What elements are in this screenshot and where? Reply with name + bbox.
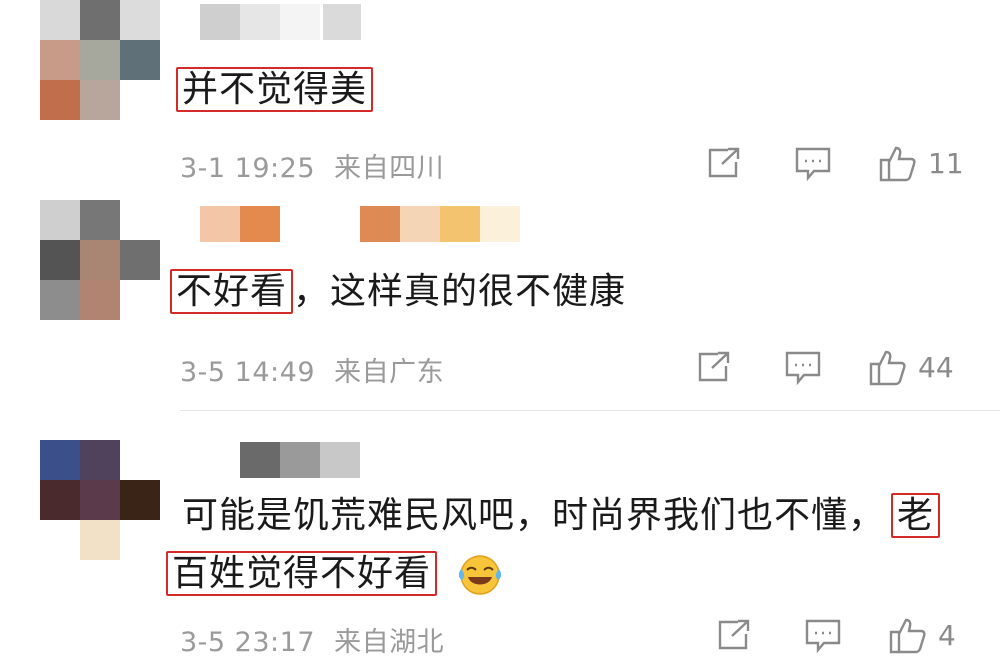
comment-item: 可能是饥荒难民风吧，时尚界我们也不懂，老 百姓觉得不好看 3-5 23:17 来…: [0, 440, 1000, 668]
share-icon: [698, 351, 730, 382]
like-count: 11: [928, 146, 964, 180]
username-blurred[interactable]: [200, 4, 361, 40]
comment-button[interactable]: [804, 618, 842, 654]
comment-location: 来自四川: [334, 153, 445, 184]
comment-location: 来自广东: [334, 357, 445, 388]
like-count: 44: [918, 350, 954, 384]
comment-meta: 3-5 14:49 来自广东: [180, 350, 444, 389]
comment-time: 3-5 14:49: [180, 357, 315, 388]
thumbs-up-icon: [869, 350, 906, 386]
share-button[interactable]: [696, 350, 732, 384]
comment-icon: [805, 619, 841, 654]
comment-item: 不好看 ，这样真的很不健康 3-5 14:49 来自广东 44: [0, 200, 1000, 410]
comment-button[interactable]: [784, 350, 822, 386]
avatar[interactable]: [40, 0, 160, 120]
highlight-box: 老: [891, 493, 941, 538]
laugh-cry-emoji: [459, 555, 502, 595]
highlight-box: 百姓觉得不好看: [166, 551, 438, 596]
divider: [180, 410, 1000, 411]
like-button[interactable]: 4: [888, 616, 956, 654]
username-blurred[interactable]: [240, 442, 360, 478]
comment-icon: [795, 147, 831, 182]
like-button[interactable]: 44: [868, 348, 954, 386]
comment-text-line1: 可能是饥荒难民风吧，时尚界我们也不懂，老: [182, 490, 941, 542]
username-blurred[interactable]: [200, 206, 520, 242]
thumbs-up-icon: [889, 618, 926, 654]
comment-icon: [785, 351, 821, 386]
share-icon: [718, 619, 750, 650]
thumbs-up-icon: [879, 146, 916, 182]
comment-text-line2: 百姓觉得不好看: [166, 548, 503, 600]
share-icon: [708, 147, 740, 178]
comment-location: 来自湖北: [334, 627, 445, 658]
comment-time: 3-1 19:25: [180, 153, 315, 184]
comment-meta: 3-5 23:17 来自湖北: [180, 620, 444, 659]
comment-item: 并不觉得美 3-1 19:25 来自四川 11: [0, 0, 1000, 195]
highlight-box: 不好看: [170, 269, 294, 314]
comment-button[interactable]: [794, 146, 832, 182]
share-button[interactable]: [716, 618, 752, 652]
avatar[interactable]: [40, 200, 160, 320]
comment-text: 不好看 ，这样真的很不健康: [170, 266, 626, 318]
like-button[interactable]: 11: [878, 144, 964, 182]
comment-meta: 3-1 19:25 来自四川: [180, 146, 444, 185]
comment-text: 并不觉得美: [176, 64, 374, 116]
like-count: 4: [938, 618, 956, 652]
comment-time: 3-5 23:17: [180, 627, 315, 658]
highlight-box: 并不觉得美: [176, 67, 374, 112]
avatar[interactable]: [40, 440, 160, 560]
share-button[interactable]: [706, 146, 742, 180]
